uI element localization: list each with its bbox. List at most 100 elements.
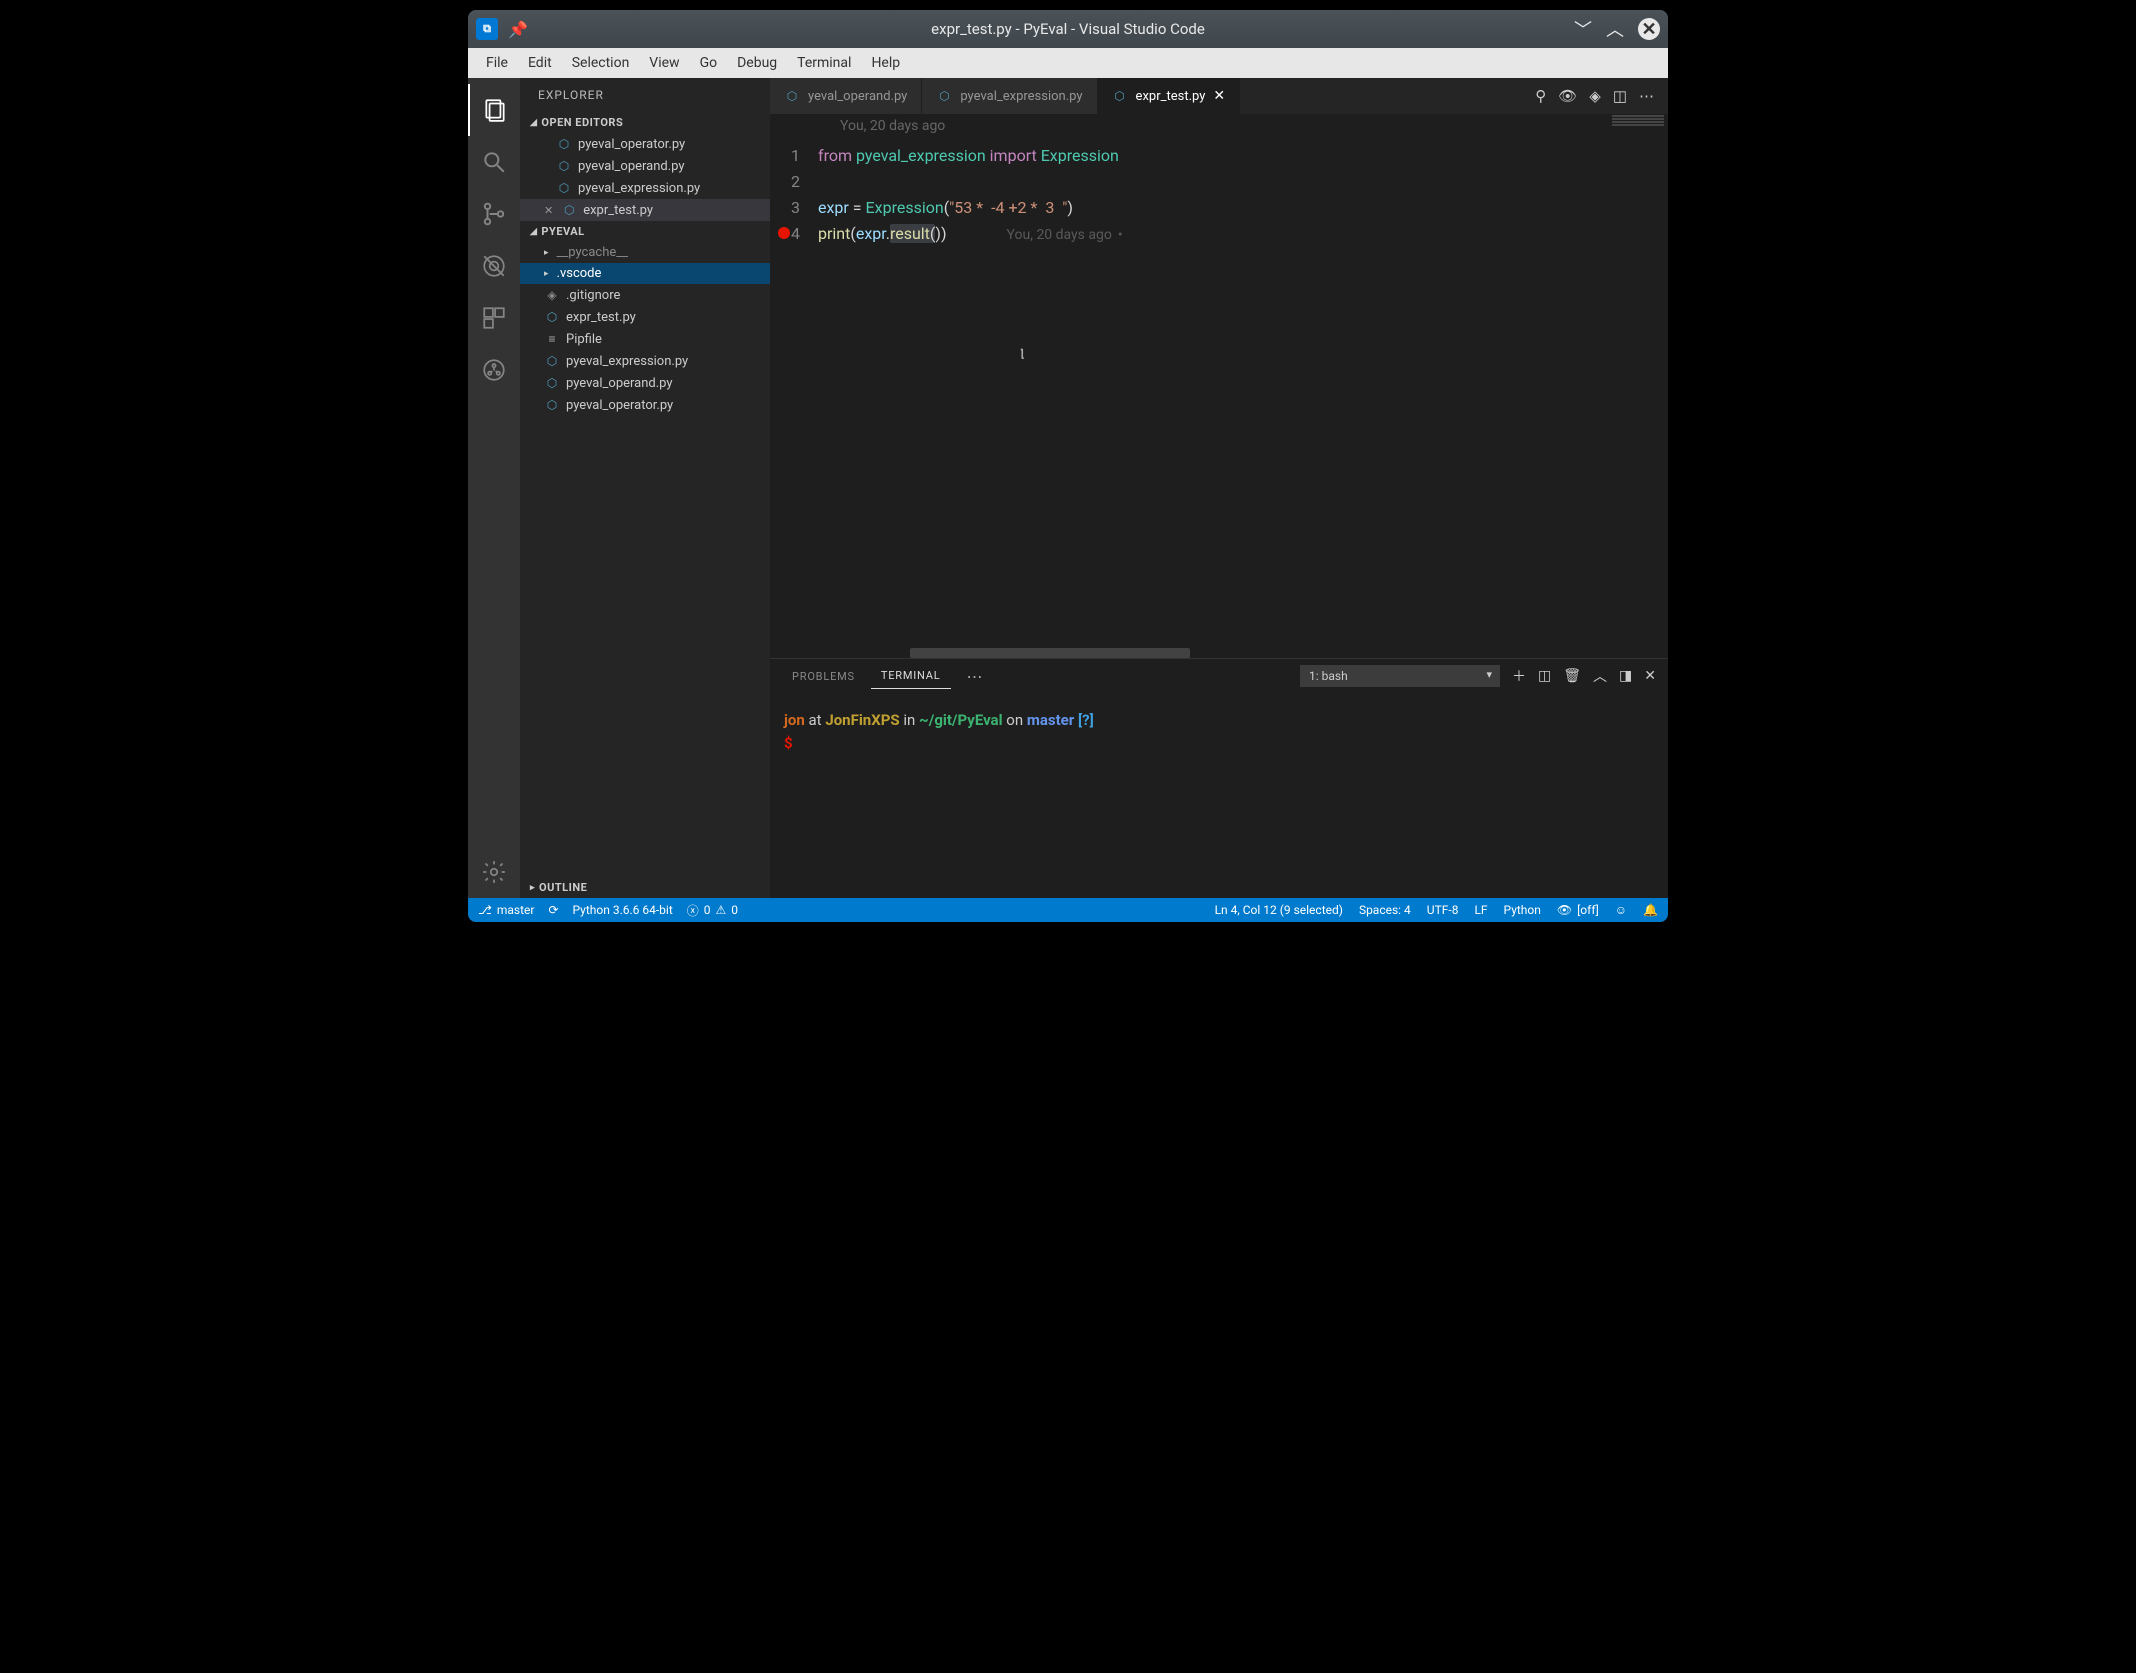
tab-active[interactable]: ⬡expr_test.py✕ <box>1098 78 1241 114</box>
window-title: expr_test.py - PyEval - Visual Studio Co… <box>616 20 1520 38</box>
new-terminal-icon[interactable]: ＋ <box>1512 666 1526 686</box>
activity-scm-icon[interactable] <box>468 188 520 240</box>
open-editors-header[interactable]: ◢ OPEN EDITORS <box>520 112 770 133</box>
smiley-icon: ☺ <box>1615 903 1627 917</box>
close-icon[interactable]: ✕ <box>544 204 553 217</box>
tree-file[interactable]: ◈.gitignore <box>520 284 770 306</box>
horizontal-scrollbar[interactable] <box>910 648 1190 658</box>
error-icon: ⓧ <box>687 902 699 919</box>
vscode-icon: ⧉ <box>476 18 498 40</box>
python-icon: ⬡ <box>936 88 952 104</box>
status-python[interactable]: Python 3.6.6 64-bit <box>573 903 673 917</box>
code-line: from pyeval_expression import Expression <box>818 146 1119 165</box>
panel-up-icon[interactable]: ︿ <box>1593 666 1607 686</box>
warning-icon: ⚠ <box>716 903 727 917</box>
activity-search-icon[interactable] <box>468 136 520 188</box>
menu-view[interactable]: View <box>639 51 689 75</box>
workspace: EXPLORER ◢ OPEN EDITORS ⬡pyeval_operator… <box>468 78 1668 898</box>
breakpoint-icon[interactable] <box>778 227 790 239</box>
minimize-icon[interactable]: ﹀ <box>1574 16 1592 42</box>
activity-git-icon[interactable] <box>468 344 520 396</box>
preview-icon[interactable]: 👁 <box>1558 87 1577 105</box>
list-icon: ≡ <box>544 331 560 347</box>
tree-file[interactable]: ⬡pyeval_expression.py <box>520 350 770 372</box>
status-live[interactable]: 👁[off] <box>1557 903 1599 917</box>
python-icon: ⬡ <box>544 309 560 325</box>
tab-actions: ⚲ 👁 ◈ ◫ ⋯ <box>1521 78 1668 114</box>
more-icon[interactable]: ⋯ <box>957 667 993 686</box>
git-blame-top: You, 20 days ago <box>840 118 945 134</box>
activity-debug-icon[interactable] <box>468 240 520 292</box>
kill-terminal-icon[interactable]: 🗑 <box>1563 668 1581 684</box>
python-icon: ⬡ <box>556 180 572 196</box>
project-header[interactable]: ◢ PYEVAL <box>520 221 770 242</box>
status-cursor[interactable]: Ln 4, Col 12 (9 selected) <box>1215 903 1343 917</box>
git-blame-inline: You, 20 days ago <box>1007 227 1112 243</box>
status-sync[interactable]: ⟳ <box>548 903 558 917</box>
chevron-right-icon: ▸ <box>544 269 549 279</box>
line-number: 4 <box>770 224 818 243</box>
more-icon[interactable]: ⋯ <box>1639 87 1654 105</box>
tab[interactable]: ⬡yeval_operand.py <box>770 78 922 114</box>
open-editor-item[interactable]: ⬡pyeval_operator.py <box>520 133 770 155</box>
python-icon: ⬡ <box>544 353 560 369</box>
code-line: print(expr.result())You, 20 days ago• <box>818 224 1123 243</box>
status-branch[interactable]: ⎇master <box>478 903 534 917</box>
tree-file[interactable]: ≡Pipfile <box>520 328 770 350</box>
python-icon: ⬡ <box>556 158 572 174</box>
status-feedback[interactable]: ☺ <box>1615 903 1627 917</box>
tree-folder-selected[interactable]: ▸.vscode <box>520 263 770 284</box>
panel-tab-problems[interactable]: PROBLEMS <box>782 664 865 689</box>
activity-settings-icon[interactable] <box>468 846 520 898</box>
activity-extensions-icon[interactable] <box>468 292 520 344</box>
menu-debug[interactable]: Debug <box>727 51 787 75</box>
find-replace-icon[interactable]: ⚲ <box>1535 87 1546 105</box>
status-notifications[interactable]: 🔔 <box>1643 903 1658 917</box>
menu-terminal[interactable]: Terminal <box>787 51 861 75</box>
close-panel-icon[interactable]: ✕ <box>1644 668 1656 684</box>
split-icon[interactable]: ◫ <box>1613 87 1627 105</box>
menu-selection[interactable]: Selection <box>562 51 640 75</box>
outline-header[interactable]: ▸ OUTLINE <box>520 877 770 898</box>
code-line: expr = Expression("53 * -4 +2 * 3 ") <box>818 198 1073 217</box>
tree-folder[interactable]: ▸__pycache__ <box>520 242 770 263</box>
status-eol[interactable]: LF <box>1474 903 1487 917</box>
close-icon[interactable]: ✕ <box>1213 88 1225 104</box>
branch-icon: ⎇ <box>478 903 492 917</box>
sidebar: EXPLORER ◢ OPEN EDITORS ⬡pyeval_operator… <box>520 78 770 898</box>
minimap[interactable] <box>1608 114 1668 658</box>
bell-icon: 🔔 <box>1643 903 1658 917</box>
panel-tabs: PROBLEMS TERMINAL ⋯ 1: bash ＋ ◫ 🗑 ︿ ◨ ✕ <box>770 659 1668 693</box>
activity-explorer-icon[interactable] <box>468 84 520 136</box>
open-editor-item-active[interactable]: ✕⬡expr_test.py <box>520 199 770 221</box>
tree-file[interactable]: ⬡pyeval_operand.py <box>520 372 770 394</box>
sidebar-title: EXPLORER <box>520 78 770 112</box>
split-terminal-icon[interactable]: ◫ <box>1538 668 1551 684</box>
maximize-panel-icon[interactable]: ◨ <box>1619 668 1632 684</box>
open-editor-item[interactable]: ⬡pyeval_operand.py <box>520 155 770 177</box>
menu-go[interactable]: Go <box>690 51 728 75</box>
menu-edit[interactable]: Edit <box>518 51 562 75</box>
status-language[interactable]: Python <box>1504 903 1541 917</box>
python-icon: ⬡ <box>1112 88 1128 104</box>
pin-icon[interactable]: 📌 <box>508 20 528 39</box>
status-errors[interactable]: ⓧ0 ⚠0 <box>687 902 738 919</box>
menu-file[interactable]: File <box>476 51 518 75</box>
diff-icon[interactable]: ◈ <box>1589 87 1601 105</box>
panel-tab-terminal[interactable]: TERMINAL <box>871 663 951 689</box>
close-icon[interactable]: ✕ <box>1638 18 1660 40</box>
terminal-select[interactable]: 1: bash <box>1300 665 1500 687</box>
tabs: ⬡yeval_operand.py ⬡pyeval_expression.py … <box>770 78 1668 114</box>
status-spaces[interactable]: Spaces: 4 <box>1359 903 1411 917</box>
tree-file[interactable]: ⬡expr_test.py <box>520 306 770 328</box>
titlebar: ⧉ 📌 expr_test.py - PyEval - Visual Studi… <box>468 10 1668 48</box>
tree-file[interactable]: ⬡pyeval_operator.py <box>520 394 770 416</box>
tab[interactable]: ⬡pyeval_expression.py <box>922 78 1097 114</box>
terminal[interactable]: jon at JonFinXPS in ~/git/PyEval on mast… <box>770 693 1668 898</box>
open-editor-item[interactable]: ⬡pyeval_expression.py <box>520 177 770 199</box>
status-encoding[interactable]: UTF-8 <box>1427 903 1459 917</box>
maximize-icon[interactable]: ︿ <box>1606 16 1624 42</box>
menu-help[interactable]: Help <box>861 51 910 75</box>
editor[interactable]: You, 20 days ago 1 from pyeval_expressio… <box>770 114 1668 658</box>
chevron-right-icon: ▸ <box>544 248 549 258</box>
